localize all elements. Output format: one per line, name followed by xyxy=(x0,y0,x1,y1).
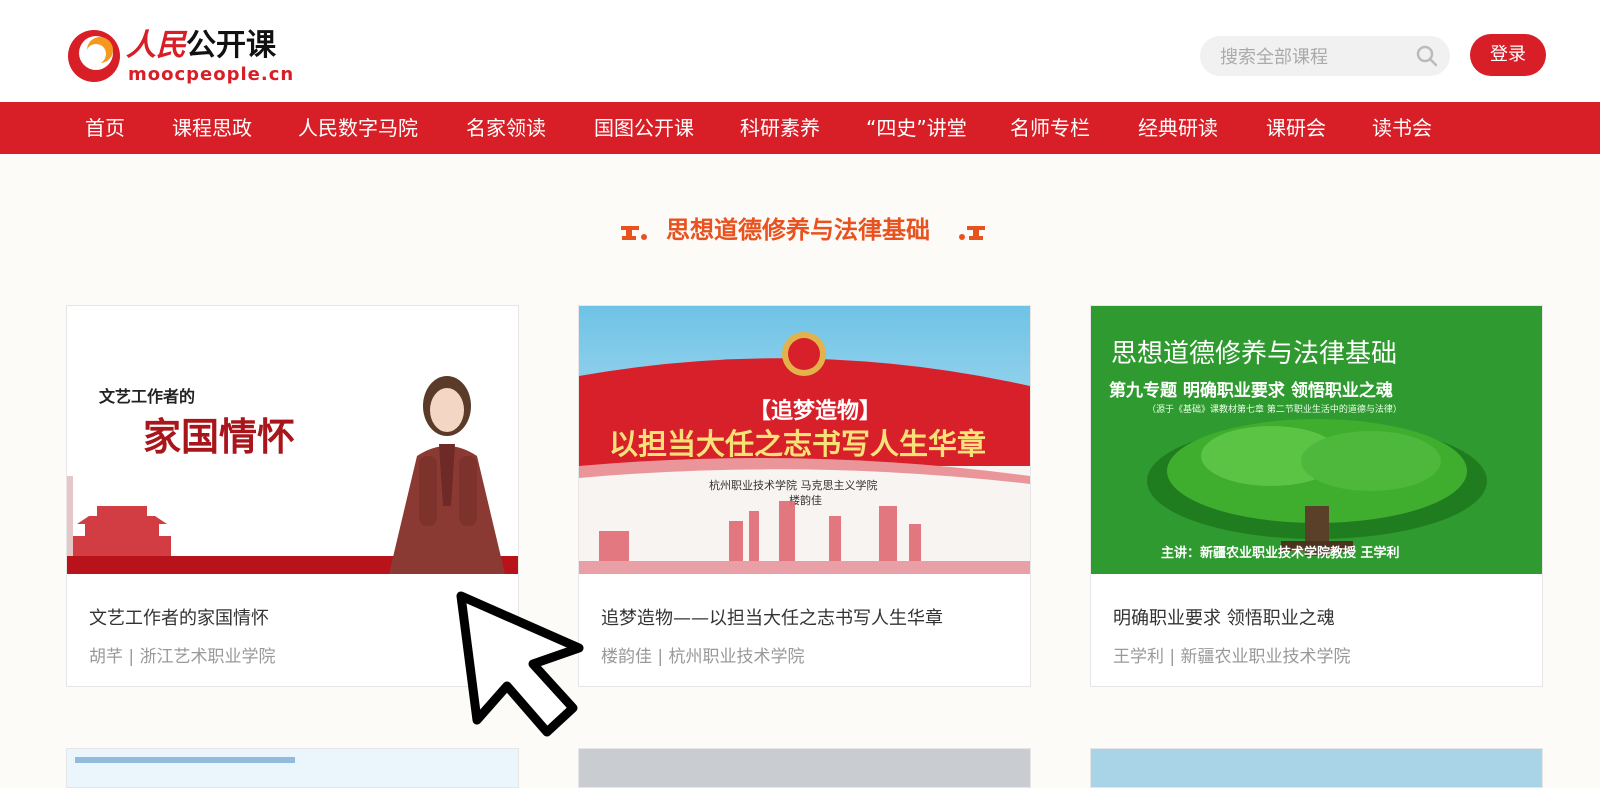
logo-text: 人民公开课 xyxy=(126,26,276,66)
nav-item-famous-teachers[interactable]: 名师专栏 xyxy=(1010,102,1090,154)
partial-thumbnail-strip xyxy=(75,757,295,763)
logo-domain: moocpeople.cn xyxy=(128,64,295,85)
section-title: 思想道德修养与法律基础 xyxy=(666,216,930,244)
search-icon[interactable] xyxy=(1416,45,1438,67)
course-card-partial[interactable] xyxy=(578,748,1031,788)
thumb-sub-text: 杭州职业技术学院 马克思主义学院 xyxy=(709,478,878,492)
course-title[interactable]: 明确职业要求 领悟职业之魂 xyxy=(1113,604,1335,630)
course-author: 王学利 | 新疆农业职业技术学院 xyxy=(1113,647,1351,667)
thumb-head-text: 思想道德修养与法律基础 xyxy=(1111,339,1397,369)
right-decoration-icon xyxy=(959,226,985,240)
nav-item-home[interactable]: 首页 xyxy=(85,102,125,154)
course-title[interactable]: 追梦造物——以担当大任之志书写人生华章 xyxy=(601,604,943,630)
login-button[interactable]: 登录 xyxy=(1470,34,1546,76)
mouse-cursor-icon xyxy=(456,591,584,737)
thumb-topic-text: 第九专题 明确职业要求 领悟职业之魂 xyxy=(1109,380,1393,401)
nav-item-four-histories[interactable]: “四史”讲堂 xyxy=(866,102,967,154)
nav-item-book-club[interactable]: 读书会 xyxy=(1372,102,1432,154)
thumb-big-text: 家国情怀 xyxy=(143,414,295,459)
left-decoration-icon xyxy=(621,226,647,240)
thumbnail-art: 思想道德修养与法律基础 第九专题 明确职业要求 领悟职业之魂 （源于《基础》课教… xyxy=(1091,306,1542,574)
course-title[interactable]: 文艺工作者的家国情怀 xyxy=(89,604,269,630)
thumbnail-art: 【追梦造物】 以担当大任之志书写人生华章 杭州职业技术学院 马克思主义学院 楼韵… xyxy=(579,306,1030,574)
logo-mark-icon xyxy=(68,30,120,82)
course-author: 胡芊 | 浙江艺术职业学院 xyxy=(89,647,276,667)
search-box xyxy=(1200,36,1450,78)
nav-item-classic-reading[interactable]: 经典研读 xyxy=(1138,102,1218,154)
section-heading: 思想道德修养与法律基础 xyxy=(620,210,1000,250)
thumb-big-text: 以担当大任之志书写人生华章 xyxy=(609,427,986,461)
search-input[interactable] xyxy=(1218,36,1412,78)
course-thumbnail[interactable]: 【追梦造物】 以担当大任之志书写人生华章 杭州职业技术学院 马克思主义学院 楼韵… xyxy=(579,306,1030,574)
course-card-partial[interactable] xyxy=(1090,748,1543,788)
nav-item-research-literacy[interactable]: 科研素养 xyxy=(740,102,820,154)
nav-item-library-open-course[interactable]: 国图公开课 xyxy=(594,102,694,154)
course-card[interactable]: 思想道德修养与法律基础 第九专题 明确职业要求 领悟职业之魂 （源于《基础》课教… xyxy=(1090,305,1543,687)
course-author: 楼韵佳 | 杭州职业技术学院 xyxy=(601,647,805,667)
course-thumbnail[interactable]: 文艺工作者的 家国情怀 xyxy=(67,306,518,574)
nav-item-digital-marxism[interactable]: 人民数字马院 xyxy=(298,102,418,154)
site-logo[interactable]: 人民公开课 moocpeople.cn xyxy=(66,26,306,88)
nav-item-course-ideology[interactable]: 课程思政 xyxy=(172,102,252,154)
thumb-tag-text: 【追梦造物】 xyxy=(749,398,881,424)
logo-text-red: 人民 xyxy=(126,28,186,63)
nav-item-course-seminar[interactable]: 课研会 xyxy=(1266,102,1326,154)
course-thumbnail[interactable]: 思想道德修养与法律基础 第九专题 明确职业要求 领悟职业之魂 （源于《基础》课教… xyxy=(1091,306,1542,574)
site-header: 人民公开课 moocpeople.cn 登录 xyxy=(0,0,1600,102)
thumb-source-text: （源于《基础》课教材第七章 第二节职业生活中的道德与法律） xyxy=(1147,403,1402,415)
logo-text-black: 公开课 xyxy=(186,28,276,63)
nav-item-expert-reading[interactable]: 名家领读 xyxy=(466,102,546,154)
course-card-partial[interactable] xyxy=(66,748,519,788)
thumb-speaker-text: 主讲：新疆农业职业技术学院教授 王学利 xyxy=(1161,545,1400,561)
main-nav: 首页 课程思政 人民数字马院 名家领读 国图公开课 科研素养 “四史”讲堂 名师… xyxy=(0,102,1600,154)
course-card[interactable]: 【追梦造物】 以担当大任之志书写人生华章 杭州职业技术学院 马克思主义学院 楼韵… xyxy=(578,305,1031,687)
thumbnail-art: 文艺工作者的 家国情怀 xyxy=(67,306,518,574)
thumb-small-text: 文艺工作者的 xyxy=(99,387,195,406)
course-card[interactable]: 文艺工作者的 家国情怀 文艺工作者的家国情怀 胡芊 | 浙江艺术职业学院 xyxy=(66,305,519,687)
